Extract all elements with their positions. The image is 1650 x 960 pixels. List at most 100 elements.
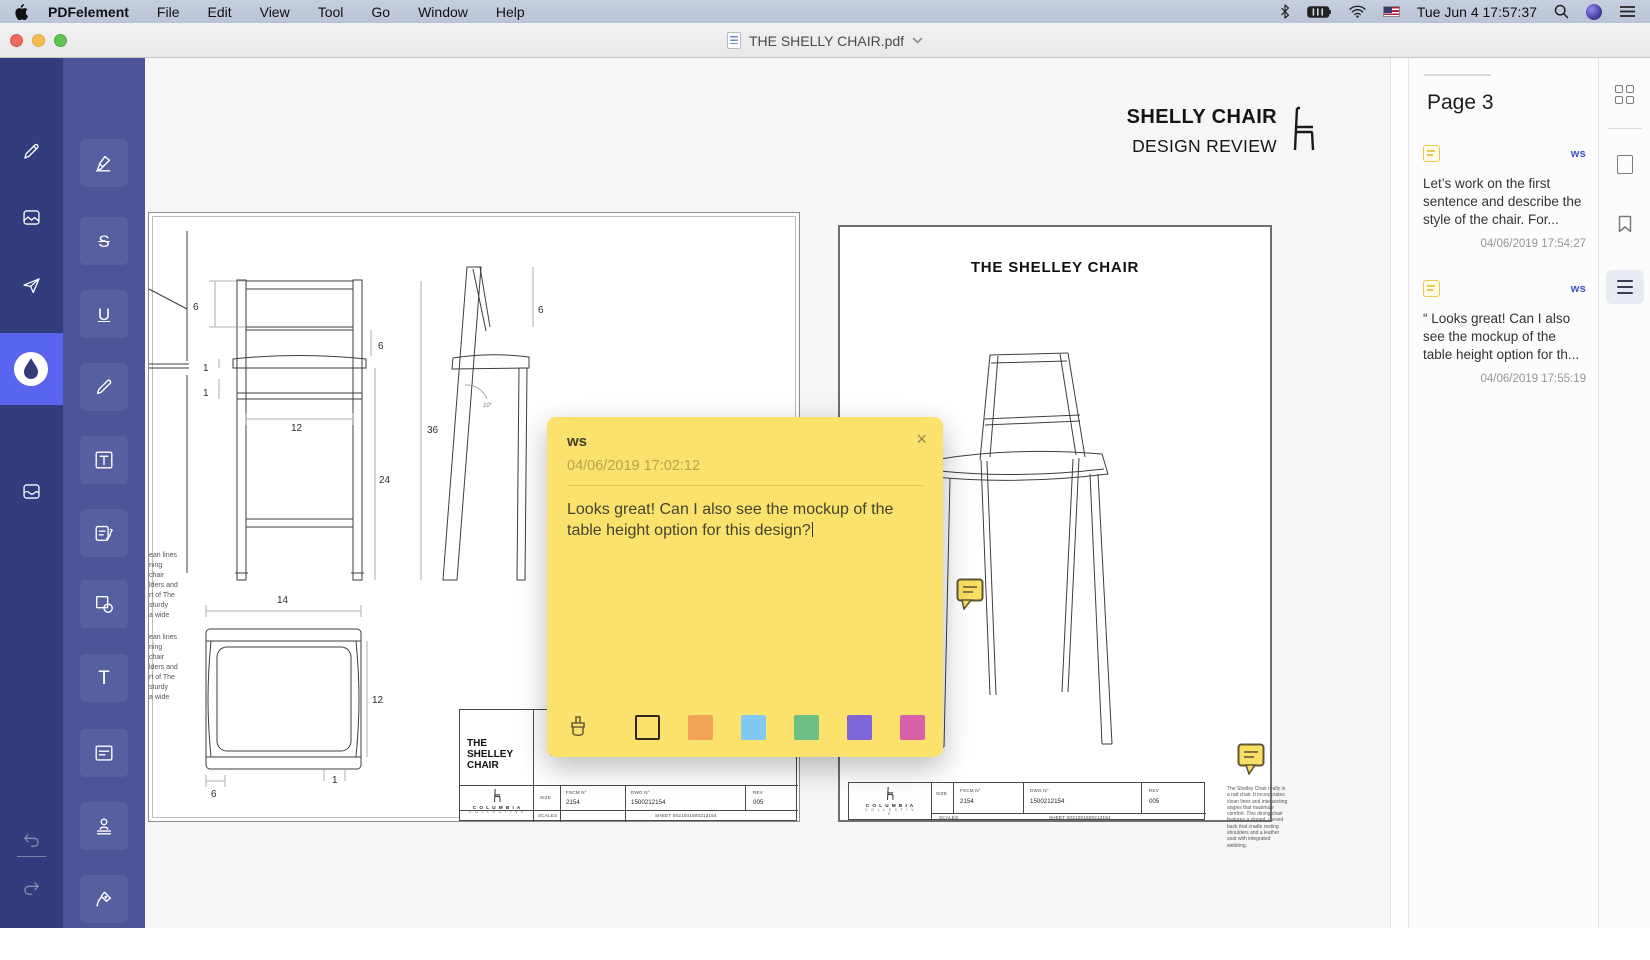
comment-timestamp: 04/06/2019 17:55:19: [1480, 373, 1586, 385]
block-name: THE SHELLEY CHAIR: [467, 738, 513, 771]
svg-text:6: 6: [211, 789, 217, 800]
spotlight-search-icon[interactable]: [1554, 4, 1569, 19]
svg-text:10°: 10°: [483, 403, 493, 409]
svg-text:6: 6: [378, 341, 384, 352]
note-color-pink[interactable]: [900, 715, 925, 740]
tray-tool-icon[interactable]: [21, 481, 42, 502]
account-person-icon[interactable]: [21, 934, 42, 955]
drawing-header: SHELLY CHAIR DESIGN REVIEW: [1127, 106, 1316, 157]
cutoff-text-block: ean lines ning chair lders and rt of The s…: [149, 552, 178, 619]
svg-text:1: 1: [203, 363, 209, 374]
annotation-tool-rail: S U T: [63, 58, 145, 928]
text-icon: T: [98, 667, 110, 689]
share-send-icon[interactable]: [21, 275, 42, 296]
battery-icon[interactable]: [1307, 5, 1332, 18]
panel-resize-handle[interactable]: [1424, 74, 1491, 76]
menu-file[interactable]: File: [157, 4, 180, 20]
thumbnails-grid-icon[interactable]: [1614, 85, 1635, 104]
menu-tool[interactable]: Tool: [318, 4, 344, 20]
bookmark-icon[interactable]: [1618, 215, 1632, 238]
svg-text:1: 1: [332, 775, 338, 786]
note-color-orange[interactable]: [688, 715, 713, 740]
strikethrough-icon: S: [98, 231, 110, 251]
note-divider: [567, 485, 923, 486]
form-tool[interactable]: [80, 729, 128, 777]
svg-text:12: 12: [291, 423, 303, 434]
wifi-icon[interactable]: [1349, 5, 1366, 18]
menubar-app-name[interactable]: PDFelement: [48, 4, 129, 20]
strikethrough-tool[interactable]: S: [80, 217, 128, 265]
page-view-icon[interactable]: [1616, 155, 1633, 174]
menu-help[interactable]: Help: [496, 4, 525, 20]
input-language-flag-icon[interactable]: [1382, 6, 1400, 17]
note-color-green[interactable]: [794, 715, 819, 740]
menu-edit[interactable]: Edit: [207, 4, 231, 20]
underline-icon: U: [97, 304, 111, 324]
comment-author: ws: [1570, 282, 1586, 295]
edit-pencil-icon[interactable]: [21, 141, 42, 162]
pdf-canvas[interactable]: SHELLY CHAIR DESIGN REVIEW 6 6 1 1 12 24…: [145, 58, 1390, 928]
stamp-tool[interactable]: [80, 802, 128, 850]
redo-icon[interactable]: [21, 878, 42, 899]
underline-tool[interactable]: U: [80, 290, 128, 338]
canvas-scroll-gutter[interactable]: [1390, 58, 1408, 928]
note-edit-tool[interactable]: [80, 509, 128, 557]
svg-text:14: 14: [277, 595, 289, 606]
app-window: PDFelement File Edit View Tool Go Window…: [0, 0, 1650, 953]
menu-go[interactable]: Go: [371, 4, 390, 20]
columbia-collective-logo: C O L U M B I A C O L L E C T I V E: [468, 788, 526, 814]
shapes-tool[interactable]: [80, 580, 128, 628]
svg-text:12: 12: [372, 695, 384, 706]
cutoff-text-block: ean lines ning chair lders and rt of The s…: [149, 634, 178, 701]
comment-timestamp: 04/06/2019 17:54:27: [1480, 238, 1586, 250]
comment-list-active-icon[interactable]: [1605, 270, 1644, 304]
sticky-note-popup[interactable]: ws × 04/06/2019 17:02:12 Looks great! Ca…: [547, 417, 943, 757]
sticky-note-marker[interactable]: [1237, 743, 1265, 776]
comment-tool-active[interactable]: [0, 333, 63, 405]
document-title: THE SHELLY CHAIR.pdf: [748, 32, 905, 49]
primary-tool-rail: [0, 58, 63, 953]
svg-text:36: 36: [427, 425, 439, 436]
menu-window[interactable]: Window: [418, 4, 468, 20]
svg-text:24: 24: [379, 475, 391, 486]
sticky-note-marker[interactable]: [956, 578, 984, 611]
note-body-text[interactable]: Looks great! Can I also see the mockup o…: [567, 499, 907, 541]
note-color-swatches: [635, 715, 925, 740]
paint-brush-icon[interactable]: [566, 715, 590, 741]
image-tool-icon[interactable]: [21, 207, 42, 228]
svg-text:6: 6: [538, 305, 544, 316]
comment-card[interactable]: ws Let’s work on the first sentence and …: [1423, 145, 1586, 250]
apple-menu-icon[interactable]: [14, 3, 30, 20]
highlight-tool[interactable]: [80, 139, 128, 187]
columbia-collective-logo: C O L U M B I A C O L L E C T I V E: [863, 786, 917, 816]
note-color-default[interactable]: [635, 715, 660, 740]
note-color-purple[interactable]: [847, 715, 872, 740]
close-icon[interactable]: ×: [916, 429, 927, 450]
strip-divider: [1607, 128, 1642, 129]
add-text-tool[interactable]: T: [80, 654, 128, 702]
menu-view[interactable]: View: [260, 4, 290, 20]
comment-text[interactable]: “ Looks great! Can I also see the mockup…: [1423, 310, 1586, 364]
notification-center-icon[interactable]: [1619, 5, 1636, 18]
svg-text:6: 6: [193, 302, 199, 313]
chair-logo-icon: [1290, 106, 1316, 152]
note-comment-icon: [1423, 280, 1440, 297]
signature-tool[interactable]: [80, 875, 128, 923]
undo-icon[interactable]: [21, 830, 42, 851]
text-caret: [811, 522, 813, 537]
side-panel-strip: [1598, 58, 1650, 928]
page-label: Page 3: [1427, 91, 1494, 114]
comments-panel: Page 3 ws Let’s work on the first senten…: [1408, 58, 1598, 928]
pencil-draw-tool[interactable]: [80, 363, 128, 411]
note-footer: [547, 715, 943, 741]
bluetooth-icon[interactable]: [1280, 4, 1290, 19]
comment-card[interactable]: ws “ Looks great! Can I also see the moc…: [1423, 280, 1586, 385]
menubar-clock[interactable]: Tue Jun 4 17:57:37: [1417, 4, 1537, 20]
note-color-blue[interactable]: [741, 715, 766, 740]
comment-text[interactable]: Let’s work on the first sentence and des…: [1423, 175, 1586, 229]
chair-description-text: The Shelley Chair really is a rad chair.…: [1227, 786, 1288, 849]
right-title-block: C O L U M B I A C O L L E C T I V E SIZE…: [848, 782, 1206, 821]
textbox-tool[interactable]: [80, 436, 128, 484]
title-chevron-down-icon[interactable]: [912, 37, 923, 44]
siri-icon[interactable]: [1586, 3, 1602, 20]
